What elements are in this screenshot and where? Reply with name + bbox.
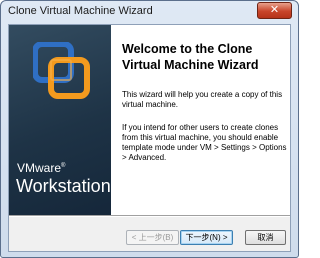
footer-divider [9,215,290,217]
page-title: Welcome to the Clone Virtual Machine Wiz… [122,42,259,72]
close-button[interactable]: ✕ [257,2,292,19]
intro-text: This wizard will help you create a copy … [122,90,283,109]
cancel-button[interactable]: 取消 [245,230,286,245]
wizard-window: Clone Virtual Machine Wizard ✕ VMware® W… [0,0,299,258]
side-banner: VMware® Workstation 8 [9,25,111,215]
title-bar[interactable]: Clone Virtual Machine Wizard ✕ [1,1,298,23]
close-icon: ✕ [269,4,280,16]
next-button[interactable]: 下一步(N) > [180,230,233,245]
welcome-panel: Welcome to the Clone Virtual Machine Wiz… [111,25,290,215]
vmware-logo-icon [33,42,90,99]
brand-name: VMware® [17,161,66,175]
product-name: Workstation 8 [16,176,111,196]
window-title: Clone Virtual Machine Wizard [8,5,153,17]
back-button[interactable]: < 上一步(B) [126,230,179,245]
wizard-client-area: VMware® Workstation 8 Welcome to the Clo… [8,24,291,252]
template-hint-text: If you intend for other users to create … [122,123,287,162]
